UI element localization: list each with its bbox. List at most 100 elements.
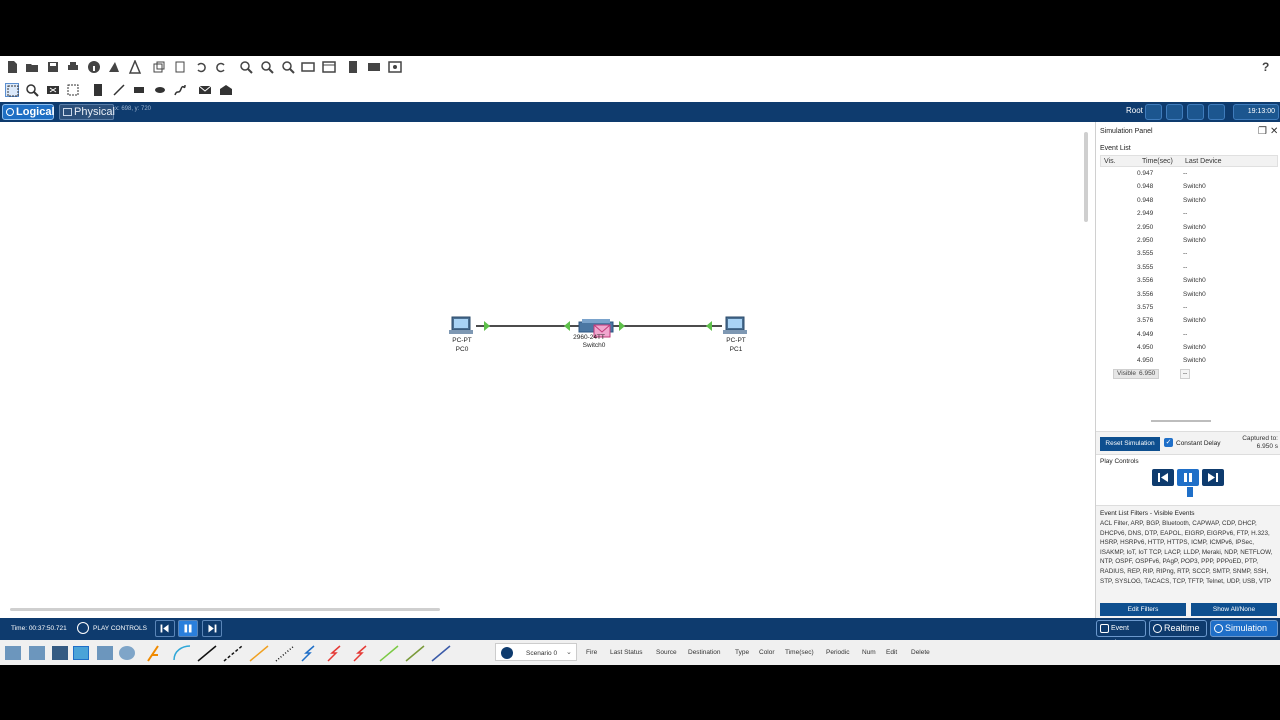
event-row[interactable]: 3.555 -- [1100, 261, 1278, 274]
custom-devices-dialog-icon[interactable] [322, 60, 336, 74]
zoom-reset-icon[interactable] [260, 60, 274, 74]
octal-cable-icon[interactable] [379, 645, 399, 662]
help-icon[interactable]: ? [1262, 60, 1269, 74]
current-event-vis: Visible [1117, 369, 1137, 377]
undo-icon[interactable] [194, 60, 208, 74]
select-icon[interactable] [5, 83, 19, 97]
event-row[interactable]: 0.948 Switch0 [1100, 194, 1278, 207]
ipc-icon[interactable] [346, 60, 360, 74]
event-row[interactable]: 3.575 -- [1100, 301, 1278, 314]
bottom-back-button[interactable] [155, 620, 175, 637]
event-row[interactable]: 3.556 Switch0 [1100, 288, 1278, 301]
serial-dce-icon[interactable] [327, 645, 341, 662]
paste-icon[interactable] [173, 60, 187, 74]
end-devices-icon[interactable] [29, 646, 45, 660]
event-row[interactable]: 0.947 -- [1100, 167, 1278, 180]
event-row[interactable]: 3.576 Switch0 [1100, 314, 1278, 327]
multiuser-icon[interactable] [119, 646, 135, 660]
scenario-selector[interactable]: Scenario 0 ⌄ [495, 643, 577, 661]
usb-cable-icon[interactable] [431, 645, 451, 662]
vertical-scrollbar[interactable] [1084, 132, 1088, 222]
event-list-scrollbar[interactable] [1151, 420, 1211, 422]
freeform-icon[interactable] [173, 83, 187, 97]
event-row[interactable]: 2.950 Switch0 [1100, 221, 1278, 234]
event-row[interactable]: 2.950 Switch0 [1100, 234, 1278, 247]
new-scenario-icon[interactable] [501, 647, 513, 659]
auto-cable-icon[interactable] [147, 645, 159, 662]
pc1-icon[interactable] [723, 316, 747, 334]
event-row[interactable]: 2.949 -- [1100, 207, 1278, 220]
network-devices-icon[interactable] [5, 646, 21, 660]
event-row[interactable]: 3.555 -- [1100, 247, 1278, 260]
viewport-icon[interactable] [1187, 104, 1204, 120]
event-row[interactable]: 4.949 -- [1100, 328, 1278, 341]
pause-button[interactable] [1177, 469, 1199, 486]
custom-device-icon[interactable] [128, 60, 142, 74]
edit-filters-button[interactable]: Edit Filters [1100, 603, 1186, 616]
activity-wizard-icon[interactable] [107, 60, 121, 74]
play-controls-label: PLAY CONTROLS [93, 625, 147, 632]
tab-physical[interactable]: Physical [59, 104, 115, 120]
event-row[interactable]: 4.950 Switch0 [1100, 341, 1278, 354]
phone-cable-icon[interactable] [275, 645, 295, 662]
environment-icon[interactable] [1208, 104, 1225, 120]
screenshot-icon[interactable] [388, 60, 402, 74]
back-step-button[interactable] [1152, 469, 1174, 486]
current-event-vis-time: Visible 6.950 [1113, 368, 1159, 379]
iot-cable-icon[interactable] [405, 645, 425, 662]
horizontal-scrollbar[interactable] [10, 608, 440, 611]
play-speed-slider[interactable] [1187, 487, 1193, 497]
add-simple-pdu-icon[interactable] [198, 83, 212, 97]
pc0-icon[interactable] [449, 316, 473, 334]
logical-workspace[interactable]: PC-PT PC0 2960-24TT Switch0 PC-PT PC1 [0, 122, 1092, 618]
event-list-toggle[interactable]: Event List [1096, 620, 1146, 647]
redo-icon[interactable] [214, 60, 228, 74]
restore-icon[interactable]: ❐ [1258, 126, 1267, 137]
save-icon[interactable] [46, 60, 60, 74]
inspect-icon[interactable] [25, 83, 39, 97]
resize-shape-icon[interactable] [66, 83, 80, 97]
tab-logical[interactable]: Logical [2, 104, 55, 120]
misc-icon[interactable] [97, 646, 113, 660]
close-icon[interactable]: ✕ [1270, 126, 1278, 137]
current-event-row[interactable]: Visible 6.950 -- [1100, 368, 1278, 381]
reset-simulation-button[interactable]: Reset Simulation [1100, 437, 1160, 451]
pdu-col-type: Type [735, 649, 750, 656]
realtime-clock-icon [1153, 624, 1162, 633]
back-icon[interactable] [1145, 104, 1162, 120]
crossover-icon[interactable] [223, 645, 243, 662]
straight-through-icon[interactable] [197, 645, 217, 662]
coaxial-icon[interactable] [301, 645, 315, 662]
components-icon[interactable] [52, 646, 68, 660]
console-cable-icon[interactable] [173, 645, 191, 661]
event-row[interactable]: 4.950 Switch0 [1100, 354, 1278, 367]
open-folder-icon[interactable] [25, 60, 39, 74]
constant-delay-checkbox[interactable]: ✓ [1164, 438, 1173, 447]
copy-icon[interactable] [152, 60, 166, 74]
zoom-in-icon[interactable] [239, 60, 253, 74]
event-row[interactable]: 0.948 Switch0 [1100, 180, 1278, 193]
event-row[interactable]: 3.556 Switch0 [1100, 274, 1278, 287]
place-note-icon[interactable] [91, 83, 105, 97]
forward-step-button[interactable] [1202, 469, 1224, 486]
add-complex-pdu-icon[interactable] [219, 83, 233, 97]
print-icon[interactable] [66, 60, 80, 74]
draw-line-icon[interactable] [112, 83, 126, 97]
show-all-none-button[interactable]: Show All/None [1191, 603, 1277, 616]
new-file-icon[interactable] [5, 60, 19, 74]
draw-rectangle-icon[interactable] [132, 83, 146, 97]
fiber-icon[interactable] [249, 645, 269, 662]
delete-icon[interactable] [46, 83, 60, 97]
bottom-pause-button[interactable] [178, 620, 198, 637]
simulation-mode-button[interactable]: Simulation [1210, 620, 1278, 637]
drawing-palette-icon[interactable] [301, 60, 315, 74]
cluster-icon[interactable] [1166, 104, 1183, 120]
bottom-forward-button[interactable] [202, 620, 222, 637]
zoom-out-icon[interactable] [281, 60, 295, 74]
network-info-icon[interactable] [367, 60, 381, 74]
realtime-mode-button[interactable]: Realtime [1149, 620, 1207, 637]
connections-icon[interactable] [73, 646, 89, 660]
info-icon[interactable] [87, 60, 101, 74]
serial-dte-icon[interactable] [353, 645, 367, 662]
draw-ellipse-icon[interactable] [153, 83, 167, 97]
